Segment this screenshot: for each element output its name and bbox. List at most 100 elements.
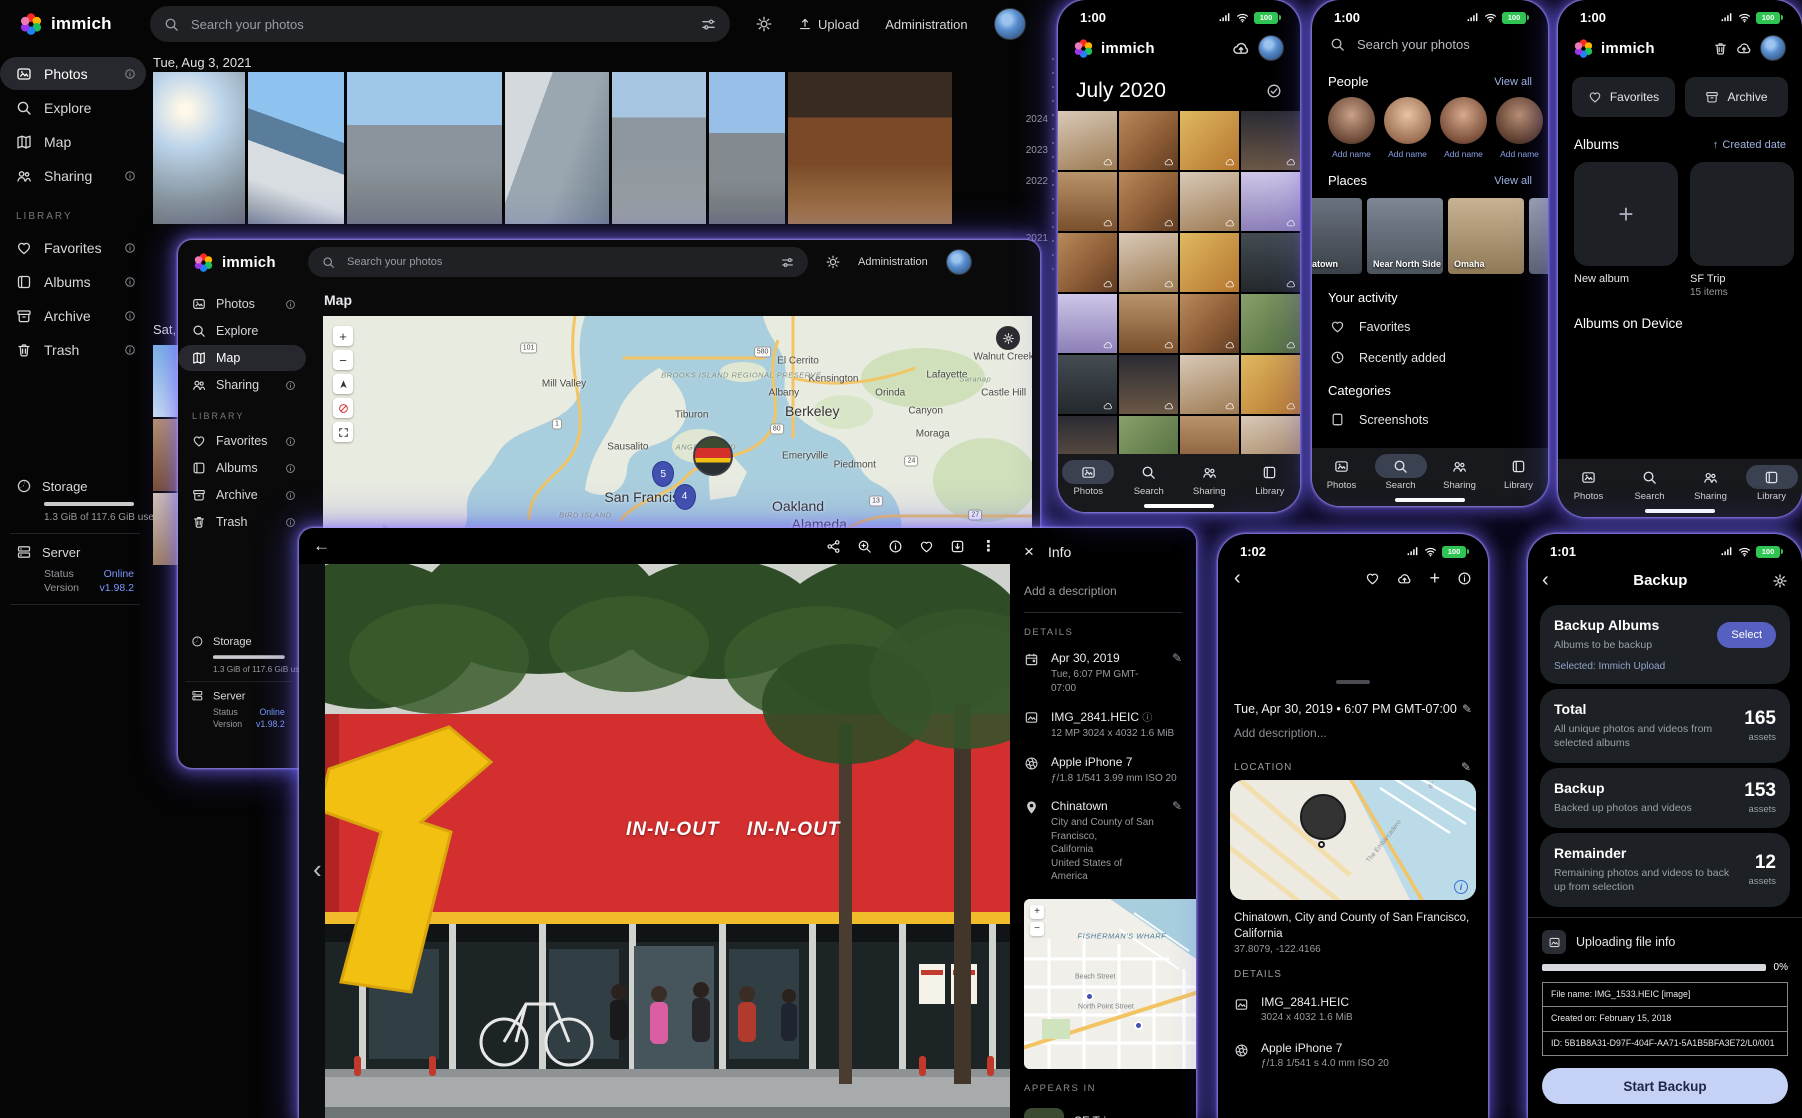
photo-thumbnail[interactable]	[612, 72, 706, 224]
photo-thumbnail[interactable]	[1058, 233, 1117, 292]
nav-item[interactable]: Library	[1744, 465, 1800, 502]
sidebar-item[interactable]: Albums	[0, 265, 146, 298]
photo-thumbnail[interactable]	[505, 72, 609, 224]
archive-button[interactable]: Archive	[1685, 77, 1788, 117]
photo-thumbnail[interactable]	[1180, 355, 1239, 414]
share-icon[interactable]	[826, 539, 841, 554]
user-avatar[interactable]	[1258, 35, 1284, 61]
map-bearing-button[interactable]	[333, 374, 353, 394]
photo-thumbnail[interactable]	[1119, 233, 1178, 292]
nav-item[interactable]: Search	[1373, 454, 1429, 491]
nav-item[interactable]: Library	[1242, 460, 1298, 497]
photo-thumbnail[interactable]	[1241, 172, 1300, 231]
search-input[interactable]	[345, 255, 771, 269]
sidebar-item[interactable]: Archive	[178, 482, 306, 508]
nav-item[interactable]: Photos	[1561, 465, 1617, 502]
user-avatar[interactable]	[946, 249, 972, 275]
nav-item[interactable]: Sharing	[1432, 454, 1488, 491]
nav-item[interactable]: Search	[1121, 460, 1177, 497]
theme-toggle-icon[interactable]	[756, 16, 772, 32]
start-backup-button[interactable]: Start Backup	[1542, 1068, 1788, 1104]
photo-thumbnail[interactable]	[1119, 172, 1178, 231]
map-zoom-in-button[interactable]: +	[333, 326, 353, 346]
gear-icon[interactable]	[1772, 573, 1788, 589]
minimap-zoom-in[interactable]: +	[1030, 905, 1044, 919]
sidebar-item[interactable]: Explore	[0, 91, 146, 124]
info-icon[interactable]	[888, 539, 903, 554]
sidebar-item[interactable]: Explore	[178, 318, 306, 344]
sidebar-item[interactable]: Albums	[178, 455, 306, 481]
info-circle-icon[interactable]	[285, 463, 296, 474]
album-tile[interactable]: SF Trip 15 items	[1690, 162, 1794, 298]
backup-cloud-icon[interactable]	[1736, 40, 1752, 56]
photo-thumbnail[interactable]	[1241, 233, 1300, 292]
activity-row[interactable]: Favorites	[1312, 311, 1548, 342]
photo-thumbnail[interactable]	[1180, 111, 1239, 170]
info-circle-icon[interactable]	[124, 344, 136, 356]
sidebar-item[interactable]: Sharing	[178, 372, 306, 398]
photo-thumbnail[interactable]	[1119, 111, 1178, 170]
photo-thumbnail[interactable]	[1119, 355, 1178, 414]
person-item[interactable]: Add name	[1328, 97, 1375, 159]
photo-thumbnail[interactable]	[1241, 294, 1300, 353]
info-minimap[interactable]: FISHERMAN'S WHARFBeach StreetNorth Point…	[1024, 899, 1196, 1069]
person-item[interactable]: Add name	[1384, 97, 1431, 159]
search-bar[interactable]	[150, 6, 730, 42]
info-circle-icon[interactable]	[285, 490, 296, 501]
appears-in-album[interactable]: SF Trip 15 items	[1024, 1100, 1182, 1118]
photo-thumbnail[interactable]	[1058, 172, 1117, 231]
backup-cloud-icon[interactable]	[1232, 39, 1250, 57]
user-avatar[interactable]	[1760, 35, 1786, 61]
immich-logo[interactable]: immich	[178, 253, 308, 272]
sidebar-item[interactable]: Trash	[0, 333, 146, 366]
photo-thumbnail[interactable]	[153, 72, 245, 224]
file-info-icon[interactable]: ⓘ	[1142, 713, 1152, 724]
photo-thumbnail[interactable]	[1119, 294, 1178, 353]
info-circle-icon[interactable]	[124, 276, 136, 288]
upload-cloud-icon[interactable]	[1397, 571, 1412, 586]
search-bar[interactable]	[308, 247, 808, 277]
favorite-icon[interactable]	[1365, 571, 1380, 586]
nav-item[interactable]: Search	[1622, 465, 1678, 502]
nav-item[interactable]: Photos	[1314, 454, 1370, 491]
map-filter-button[interactable]	[333, 398, 353, 418]
person-item[interactable]: Add name	[1496, 97, 1543, 159]
add-icon[interactable]: +	[1429, 568, 1440, 589]
photo-thumbnail[interactable]	[248, 72, 344, 224]
zoom-icon[interactable]	[857, 539, 872, 554]
new-album-tile[interactable]: + New album	[1574, 162, 1678, 298]
photo-thumbnail[interactable]	[1058, 355, 1117, 414]
immich-logo[interactable]: immich	[0, 13, 150, 35]
photo-thumbnail[interactable]	[1180, 172, 1239, 231]
administration-link[interactable]: Administration	[858, 256, 928, 268]
map-photo-marker[interactable]	[693, 436, 733, 476]
info-circle-icon[interactable]	[124, 242, 136, 254]
sidebar-item[interactable]: Map	[178, 345, 306, 371]
user-avatar[interactable]	[994, 8, 1026, 40]
albums-sort-button[interactable]: ↑ Created date	[1713, 139, 1786, 151]
place-item[interactable]: Near North Side	[1367, 198, 1443, 274]
info-icon[interactable]	[1457, 571, 1472, 586]
place-item[interactable]: Chinatown	[1312, 198, 1362, 274]
photo-thumbnail[interactable]	[709, 72, 785, 224]
sidebar-item[interactable]: Favorites	[178, 428, 306, 454]
photo-thumbnail[interactable]	[347, 72, 502, 224]
photo-thumbnail[interactable]	[1058, 294, 1117, 353]
info-circle-icon[interactable]	[124, 310, 136, 322]
upload-button[interactable]: Upload	[798, 17, 859, 32]
photo-area-dark[interactable]	[1218, 596, 1488, 672]
search-filter-icon[interactable]	[781, 256, 794, 269]
map-settings-button[interactable]	[996, 326, 1020, 350]
sidebar-item[interactable]: Photos	[178, 291, 306, 317]
trash-icon[interactable]	[1713, 41, 1728, 56]
photo-thumbnail[interactable]	[153, 493, 179, 565]
nav-item[interactable]: Sharing	[1181, 460, 1237, 497]
administration-link[interactable]: Administration	[885, 17, 967, 32]
photo-thumbnail[interactable]	[1241, 355, 1300, 414]
location-map[interactable]: The Embarcadero d - San Francisco Ferry …	[1230, 780, 1476, 900]
sidebar-item[interactable]: Archive	[0, 299, 146, 332]
nav-item[interactable]: Sharing	[1683, 465, 1739, 502]
info-circle-icon[interactable]	[124, 68, 136, 80]
photo-thumbnail[interactable]	[1180, 233, 1239, 292]
close-icon[interactable]: ×	[1024, 542, 1034, 562]
